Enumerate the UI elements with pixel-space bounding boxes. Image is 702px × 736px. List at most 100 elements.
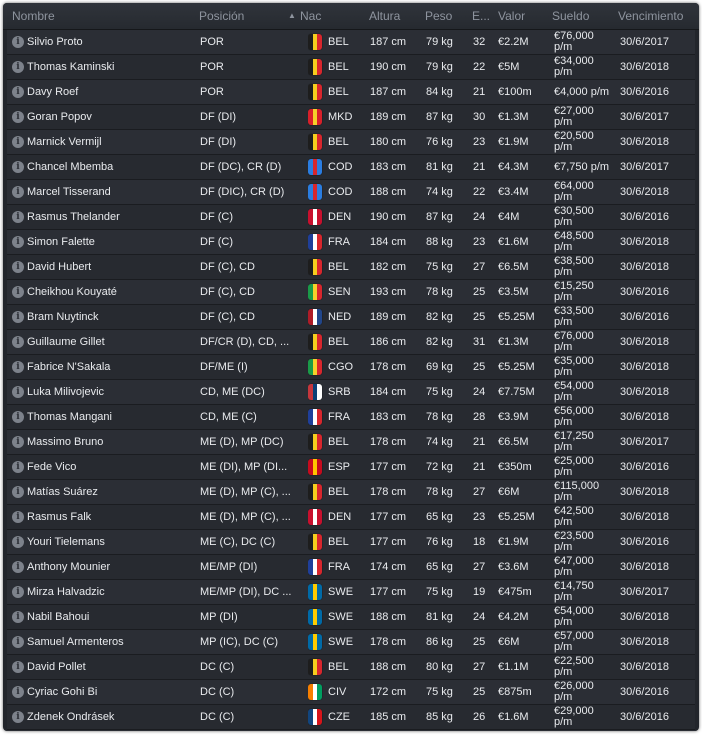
column-header-value[interactable]: Valor: [498, 3, 548, 29]
info-icon[interactable]: i: [12, 211, 24, 223]
player-nation[interactable]: COD: [308, 155, 378, 179]
table-row[interactable]: i Cyriac Gohi Bi DC (C) CIV 172 cm 75 kg 25 €87…: [7, 680, 695, 705]
table-row[interactable]: i Chancel Mbemba DF (DC), CR (D) COD 183 cm 8…: [7, 155, 695, 180]
column-header-age[interactable]: E...: [472, 3, 494, 29]
player-nation[interactable]: BEL: [308, 530, 378, 554]
player-nation[interactable]: SRB: [308, 730, 378, 731]
table-row[interactable]: i Silvio Proto POR BEL 187 cm 79 kg 32 €2.2M €76…: [7, 30, 695, 55]
info-icon[interactable]: i: [12, 411, 24, 423]
info-icon[interactable]: i: [12, 61, 24, 73]
info-icon[interactable]: i: [12, 561, 24, 573]
column-header-weight[interactable]: Peso: [425, 3, 465, 29]
player-name[interactable]: Simon Falette: [27, 230, 197, 254]
table-row[interactable]: i Nabil Bahoui MP (DI) SWE 188 cm 81 kg 24 €4.2…: [7, 605, 695, 630]
info-icon[interactable]: i: [12, 686, 24, 698]
player-nation[interactable]: FRA: [308, 555, 378, 579]
table-row[interactable]: i Thomas Kaminski POR BEL 190 cm 79 kg 22 €5M €3…: [7, 55, 695, 80]
player-nation[interactable]: CGO: [308, 355, 378, 379]
player-name[interactable]: David Pollet: [27, 655, 197, 679]
player-name[interactable]: Fabrice N'Sakala: [27, 355, 197, 379]
player-nation[interactable]: BEL: [308, 55, 378, 79]
player-nation[interactable]: SRB: [308, 380, 378, 404]
info-icon[interactable]: i: [12, 311, 24, 323]
info-icon[interactable]: i: [12, 136, 24, 148]
table-row[interactable]: i Fede Vico ME (DI), MP (DI... ESP 177 cm 72 …: [7, 455, 695, 480]
info-icon[interactable]: i: [12, 336, 24, 348]
player-name[interactable]: Marnick Vermijl: [27, 130, 197, 154]
player-nation[interactable]: BEL: [308, 330, 378, 354]
table-row[interactable]: i David Hubert DF (C), CD BEL 182 cm 75 kg 27 €…: [7, 255, 695, 280]
table-row[interactable]: iAleksandar MitrovicDC (C)SRB189 cm82 kg…: [7, 730, 695, 731]
table-row[interactable]: i Luka Milivojevic CD, ME (DC) SRB 184 cm 75 …: [7, 380, 695, 405]
column-header-position[interactable]: Posición: [199, 3, 279, 29]
info-icon[interactable]: i: [12, 86, 24, 98]
player-nation[interactable]: MKD: [308, 105, 378, 129]
player-nation[interactable]: NED: [308, 305, 378, 329]
player-name[interactable]: Bram Nuytinck: [27, 305, 197, 329]
table-row[interactable]: i Guillaume Gillet DF/CR (D), CD, ... BEL 18…: [7, 330, 695, 355]
player-name[interactable]: Fede Vico: [27, 455, 197, 479]
player-name[interactable]: Nabil Bahoui: [27, 605, 197, 629]
info-icon[interactable]: i: [12, 361, 24, 373]
player-nation[interactable]: DEN: [308, 205, 378, 229]
player-nation[interactable]: BEL: [308, 655, 378, 679]
info-icon[interactable]: i: [12, 186, 24, 198]
table-row[interactable]: i Rasmus Thelander DF (C) DEN 190 cm 87 kg 24 €…: [7, 205, 695, 230]
player-name[interactable]: Cyriac Gohi Bi: [27, 680, 197, 704]
table-row[interactable]: i Zdenek Ondrásek DC (C) CZE 185 cm 85 kg 26 €1…: [7, 705, 695, 730]
player-name[interactable]: David Hubert: [27, 255, 197, 279]
table-row[interactable]: i Rasmus Falk ME (D), MP (C), ... DEN 177 cm…: [7, 505, 695, 530]
table-row[interactable]: i Samuel Armenteros MP (IC), DC (C) SWE 178 …: [7, 630, 695, 655]
column-header-salary[interactable]: Sueldo: [552, 3, 612, 29]
player-nation[interactable]: CZE: [308, 705, 378, 729]
player-nation[interactable]: BEL: [308, 80, 378, 104]
player-nation[interactable]: BEL: [308, 430, 378, 454]
player-name[interactable]: Samuel Armenteros: [27, 630, 197, 654]
player-nation[interactable]: SWE: [308, 630, 378, 654]
player-name[interactable]: Chancel Mbemba: [27, 155, 197, 179]
player-name[interactable]: Luka Milivojevic: [27, 380, 197, 404]
column-header-expiry[interactable]: Vencimiento: [618, 3, 696, 29]
info-icon[interactable]: i: [12, 236, 24, 248]
info-icon[interactable]: i: [12, 461, 24, 473]
player-nation[interactable]: COD: [308, 180, 378, 204]
table-row[interactable]: i Fabrice N'Sakala DF/ME (I) CGO 178 cm 69 kg…: [7, 355, 695, 380]
player-nation[interactable]: ESP: [308, 455, 378, 479]
player-nation[interactable]: FRA: [308, 230, 378, 254]
info-icon[interactable]: i: [12, 111, 24, 123]
player-nation[interactable]: SWE: [308, 580, 378, 604]
player-name[interactable]: Davy Roef: [27, 80, 197, 104]
player-name[interactable]: Marcel Tisserand: [27, 180, 197, 204]
info-icon[interactable]: i: [12, 386, 24, 398]
player-nation[interactable]: CIV: [308, 680, 378, 704]
table-row[interactable]: i Youri Tielemans ME (C), DC (C) BEL 177 cm 7…: [7, 530, 695, 555]
info-icon[interactable]: i: [12, 711, 24, 723]
table-row[interactable]: i Goran Popov DF (DI) MKD 189 cm 87 kg 30 €1.3M…: [7, 105, 695, 130]
table-row[interactable]: i Bram Nuytinck DF (C), CD NED 189 cm 82 kg 25…: [7, 305, 695, 330]
table-row[interactable]: i Marcel Tisserand DF (DIC), CR (D) COD 188 …: [7, 180, 695, 205]
player-nation[interactable]: SEN: [308, 280, 378, 304]
player-name[interactable]: Silvio Proto: [27, 30, 197, 54]
info-icon[interactable]: i: [12, 161, 24, 173]
table-row[interactable]: i Thomas Mangani CD, ME (C) FRA 183 cm 78 kg 2…: [7, 405, 695, 430]
player-name[interactable]: Rasmus Falk: [27, 505, 197, 529]
info-icon[interactable]: i: [12, 36, 24, 48]
player-name[interactable]: Cheikhou Kouyaté: [27, 280, 197, 304]
column-header-name[interactable]: Nombre: [12, 3, 192, 29]
table-row[interactable]: i Anthony Mounier ME/MP (DI) FRA 174 cm 65 kg…: [7, 555, 695, 580]
info-icon[interactable]: i: [12, 661, 24, 673]
player-name[interactable]: Matías Suárez: [27, 480, 197, 504]
table-row[interactable]: i Simon Falette DF (C) FRA 184 cm 88 kg 23 €1.6…: [7, 230, 695, 255]
table-row[interactable]: i Marnick Vermijl DF (DI) BEL 180 cm 76 kg 23 €…: [7, 130, 695, 155]
player-name[interactable]: Mirza Halvadzic: [27, 580, 197, 604]
player-name[interactable]: Goran Popov: [27, 105, 197, 129]
player-nation[interactable]: BEL: [308, 30, 378, 54]
info-icon[interactable]: i: [12, 486, 24, 498]
info-icon[interactable]: i: [12, 286, 24, 298]
table-row[interactable]: i Matías Suárez ME (D), MP (C), ... BEL 178 …: [7, 480, 695, 505]
info-icon[interactable]: i: [12, 261, 24, 273]
table-row[interactable]: i Cheikhou Kouyaté DF (C), CD SEN 193 cm 78 k…: [7, 280, 695, 305]
table-row[interactable]: i Davy Roef POR BEL 187 cm 84 kg 21 €100m €4,000…: [7, 80, 695, 105]
table-row[interactable]: i David Pollet DC (C) BEL 188 cm 80 kg 27 €1.1M…: [7, 655, 695, 680]
info-icon[interactable]: i: [12, 436, 24, 448]
